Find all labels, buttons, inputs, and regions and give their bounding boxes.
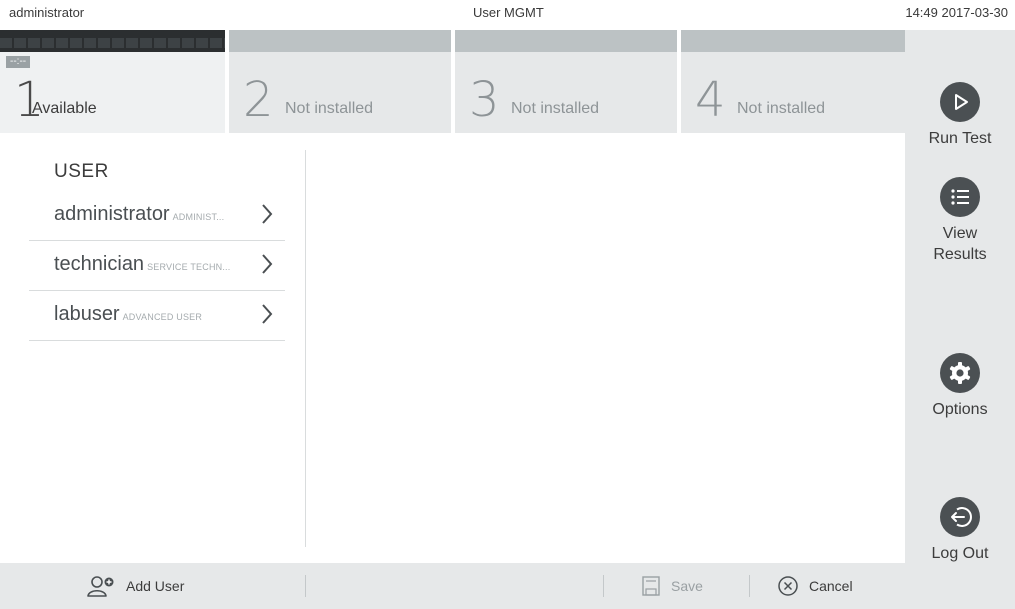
view-results-label-line1: View: [942, 225, 978, 242]
user-name: labuser: [54, 303, 120, 325]
chevron-right-icon: [262, 304, 273, 324]
view-results-button[interactable]: View Results: [905, 177, 1015, 265]
toolbar-divider: [603, 575, 604, 597]
cancel-button[interactable]: Cancel: [777, 563, 853, 609]
user-name-label: administrator ADMINIST...: [54, 203, 224, 226]
toolbar-divider: [305, 575, 306, 597]
user-name: technician: [54, 253, 145, 275]
tab-module-3[interactable]: 3 Not installed: [455, 30, 677, 133]
module-status-label: Available: [32, 100, 97, 117]
tab-module-1[interactable]: --:-- 1 Available: [0, 30, 225, 133]
play-icon: [940, 82, 980, 122]
user-list-heading: USER: [54, 161, 109, 182]
run-test-button[interactable]: Run Test: [905, 82, 1015, 149]
view-results-label-line2: Results: [933, 246, 987, 263]
panel-divider: [305, 150, 306, 547]
user-name-label: labuser ADVANCED USER: [54, 303, 202, 326]
cancel-icon: [778, 576, 798, 596]
options-button[interactable]: Options: [905, 353, 1015, 420]
current-user: administrator: [9, 5, 85, 20]
log-out-button[interactable]: Log Out: [905, 497, 1015, 564]
module-status-label: Not installed: [511, 100, 600, 117]
module-number: 4: [695, 72, 726, 128]
module-status-label: Not installed: [285, 100, 374, 117]
user-list-panel: USER administrator ADMINIST... technician…: [0, 133, 305, 563]
tab-module-2[interactable]: 2 Not installed: [229, 30, 451, 133]
module-status-label: Not installed: [737, 100, 826, 117]
right-sidebar: Run Test View Results Options Log Out: [905, 30, 1015, 609]
user-role: SERVICE TECHN...: [147, 262, 231, 272]
save-label: Save: [671, 578, 703, 594]
user-item-administrator[interactable]: administrator ADMINIST...: [29, 191, 285, 241]
logout-icon: [940, 497, 980, 537]
module-status-bar: [229, 30, 451, 52]
options-label: Options: [932, 401, 988, 418]
run-test-label: Run Test: [928, 130, 992, 147]
module-status-bar: [681, 30, 905, 52]
user-item-technician[interactable]: technician SERVICE TECHN...: [29, 241, 285, 291]
user-name-label: technician SERVICE TECHN...: [54, 253, 230, 276]
user-name: administrator: [54, 203, 170, 225]
gear-icon: [940, 353, 980, 393]
user-item-labuser[interactable]: labuser ADVANCED USER: [29, 291, 285, 341]
module-timer: --:--: [6, 56, 31, 68]
date-time: 14:49 2017-03-30: [905, 5, 1008, 20]
add-user-label: Add User: [126, 578, 185, 594]
chevron-right-icon: [262, 254, 273, 274]
user-role: ADVANCED USER: [122, 312, 203, 322]
add-user-button[interactable]: Add User: [86, 563, 184, 609]
toolbar-divider: [749, 575, 750, 597]
screen-title: User MGMT: [473, 5, 544, 20]
module-number: 3: [469, 72, 500, 128]
list-icon: [940, 177, 980, 217]
user-role: ADMINIST...: [172, 212, 225, 222]
module-status-bar: [455, 30, 677, 52]
save-icon: [642, 576, 660, 596]
cancel-label: Cancel: [809, 578, 853, 594]
bottom-toolbar: Add User Save Cancel: [0, 563, 905, 609]
chevron-right-icon: [262, 204, 273, 224]
module-status-bar: [0, 30, 225, 52]
log-out-label: Log Out: [931, 545, 989, 562]
tab-module-4[interactable]: 4 Not installed: [681, 30, 905, 133]
save-button[interactable]: Save: [641, 563, 703, 609]
add-user-icon: [87, 576, 114, 597]
module-number: 2: [243, 72, 274, 128]
module-tabs: --:-- 1 Available 2 Not installed 3 Not …: [0, 30, 905, 133]
status-bar: administrator User MGMT 14:49 2017-03-30: [0, 0, 1015, 30]
